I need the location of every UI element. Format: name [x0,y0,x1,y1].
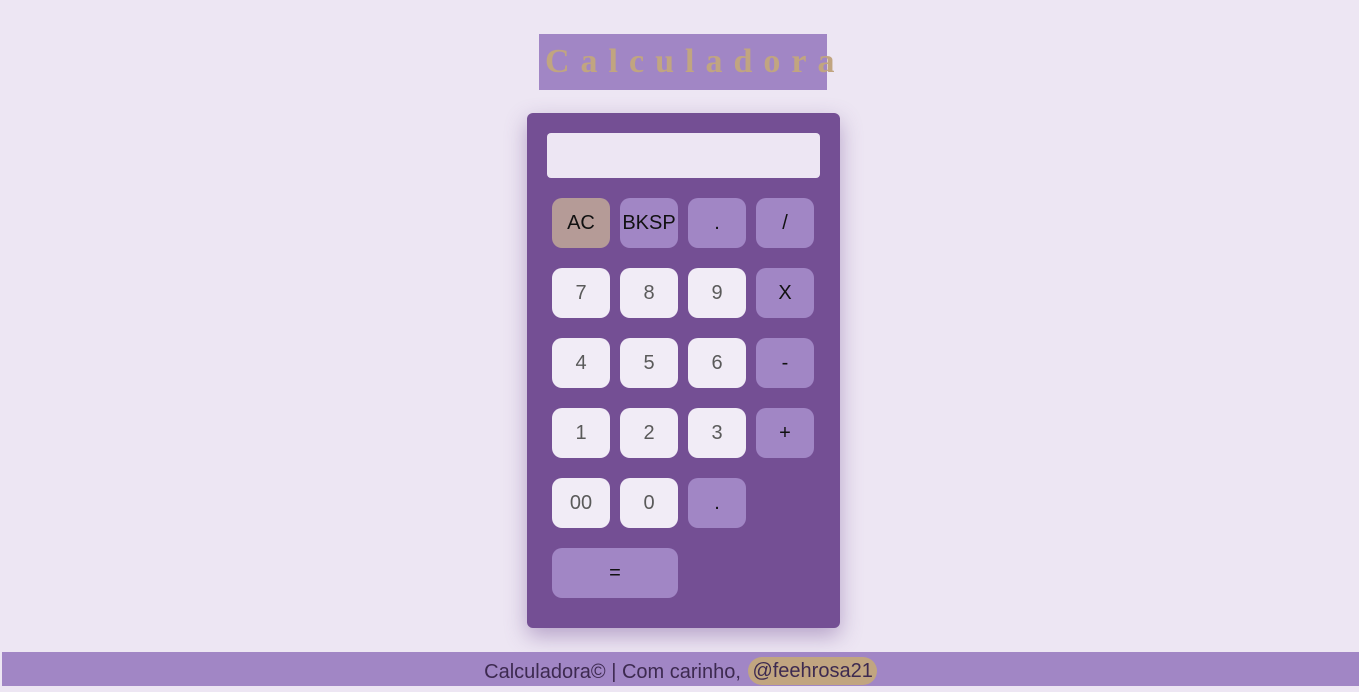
multiply-button[interactable]: X [756,268,814,318]
double-zero-button[interactable]: 00 [552,478,610,528]
add-button[interactable]: + [756,408,814,458]
page-title: Calculadora [539,34,834,90]
digit-3-button[interactable]: 3 [688,408,746,458]
backspace-button[interactable]: BKSP [620,198,678,248]
equals-button[interactable]: = [552,548,678,598]
divide-button[interactable]: / [756,198,814,248]
author-handle-link[interactable]: @feehrosa21 [748,657,877,685]
decimal-button[interactable]: . [688,198,746,248]
digit-0-button[interactable]: 0 [620,478,678,528]
digit-6-button[interactable]: 6 [688,338,746,388]
calculator-display[interactable] [547,133,820,178]
footer-text: Calculadora© | Com carinho, [484,661,747,683]
clear-button[interactable]: AC [552,198,610,248]
digit-8-button[interactable]: 8 [620,268,678,318]
decimal-button-bottom[interactable]: . [688,478,746,528]
digit-7-button[interactable]: 7 [552,268,610,318]
calculator-panel: AC BKSP . / 7 8 9 X 4 5 6 - 1 2 3 + 00 0… [527,113,840,628]
digit-2-button[interactable]: 2 [620,408,678,458]
digit-4-button[interactable]: 4 [552,338,610,388]
footer: Calculadora© | Com carinho, @feehrosa21 [2,652,1359,686]
digit-9-button[interactable]: 9 [688,268,746,318]
digit-1-button[interactable]: 1 [552,408,610,458]
digit-5-button[interactable]: 5 [620,338,678,388]
subtract-button[interactable]: - [756,338,814,388]
